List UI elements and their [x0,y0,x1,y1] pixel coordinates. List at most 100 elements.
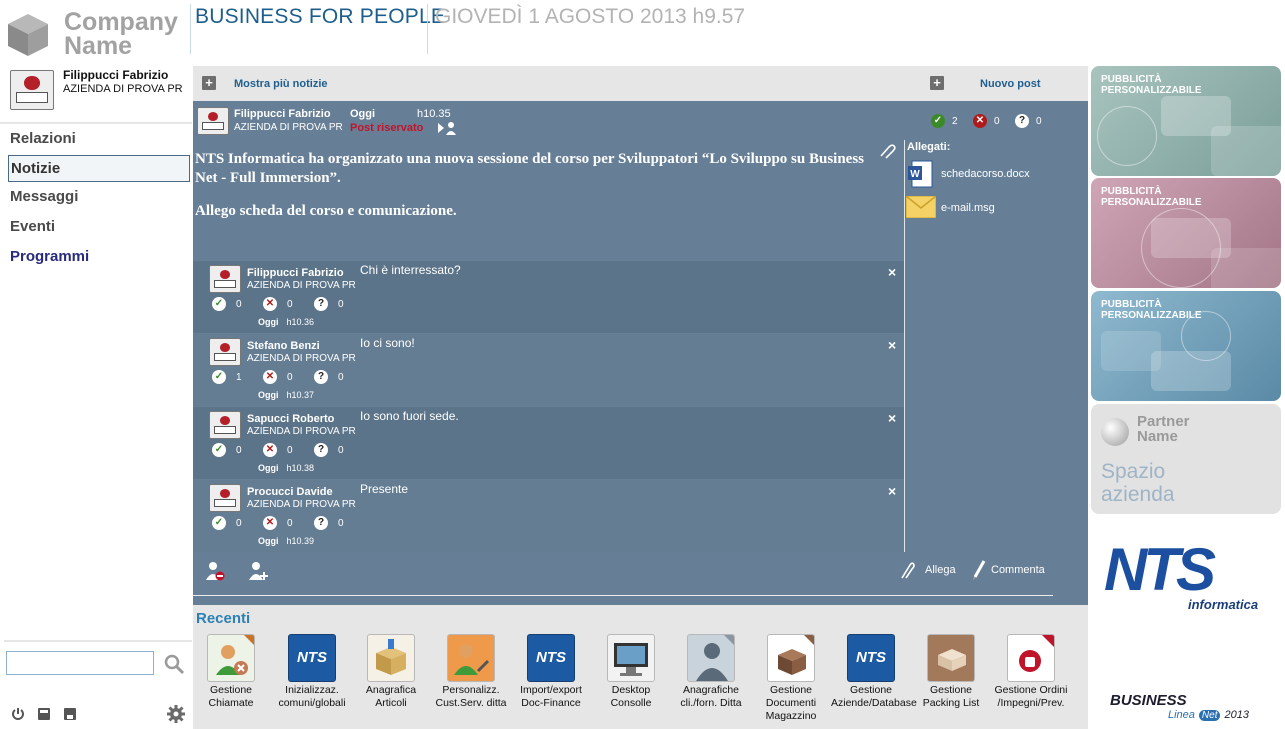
vote-maybe-count: 0 [1036,115,1042,127]
avatar [209,265,241,293]
vote-maybe[interactable]: ? 0 [1015,114,1042,128]
partner-space[interactable]: Partner Name Spazio azienda [1091,404,1281,514]
vote-maybe[interactable]: ? 0 [314,443,344,457]
sidebar-item-messaggi[interactable]: Messaggi [0,182,192,212]
search-input[interactable] [6,651,154,675]
comment-company: AZIENDA DI PROVA PR [247,499,356,510]
recent-app[interactable]: NTS Gestione Aziende/Database [831,634,917,710]
vote-no[interactable]: ✕ 0 [263,443,293,457]
power-icon[interactable] [11,707,25,721]
vote-yes[interactable]: ✓ 0 [212,516,242,530]
nts-informatica-label: informatica [1188,597,1259,612]
sidebar-item-eventi[interactable]: Eventi [0,212,192,242]
company-space-line2: azienda [1101,483,1175,506]
plus-icon[interactable]: + [930,76,944,90]
comment-time: h10.37 [286,390,315,400]
question-icon: ? [314,370,328,384]
avatar [209,411,241,439]
attachment-filename[interactable]: e-mail.msg [941,202,995,214]
vote-no-count: 0 [287,298,293,310]
recipients-icon[interactable] [438,121,458,135]
check-icon: ✓ [212,516,226,530]
partner-name: Partner Name [1137,414,1190,444]
comment-author[interactable]: Filippucci Fabrizio [247,267,344,279]
recent-app[interactable]: Personalizz. Cust.Serv. ditta [431,634,511,710]
vote-maybe[interactable]: ? 0 [314,297,344,311]
search-icon[interactable] [163,653,185,675]
comment-author[interactable]: Sapucci Roberto [247,413,334,425]
ad-banner[interactable]: PUBBLICITÀ PERSONALIZZABILE [1091,291,1281,401]
recent-app[interactable]: Gestione Ordini /Impegni/Prev. [991,634,1071,710]
paperclip-icon[interactable] [898,560,916,580]
comment-item: Procucci Davide AZIENDA DI PROVA PR Pres… [193,480,904,552]
vote-yes[interactable]: ✓ 1 [212,370,242,384]
ad-banner[interactable]: PUBBLICITÀ PERSONALIZZABILE [1091,178,1281,288]
recent-app[interactable]: Anagrafica Articoli [351,634,431,710]
vote-maybe[interactable]: ? 0 [314,370,344,384]
vote-yes-count: 0 [236,517,242,529]
nts-icon: NTS [527,634,575,682]
pencil-icon[interactable] [972,560,986,580]
gear-icon[interactable] [167,705,185,723]
vote-no-count: 0 [287,517,293,529]
user-card[interactable]: Filippucci Fabrizio AZIENDA DI PROVA PR [8,68,190,112]
vote-yes[interactable]: ✓ 2 [931,114,958,128]
vote-maybe-count: 0 [338,444,344,456]
recent-app[interactable]: Desktop Consolle [591,634,671,710]
sidebar-item-relazioni[interactable]: Relazioni [0,124,192,154]
recent-app[interactable]: Gestione Documenti Magazzino [751,634,831,723]
company-space-label: Spazio azienda [1101,460,1175,506]
attachment-filename[interactable]: schedacorso.docx [941,168,1030,180]
check-icon: ✓ [212,443,226,457]
plus-icon[interactable]: + [202,76,216,90]
attachments-divider [904,140,905,552]
vote-no[interactable]: ✕ 0 [263,370,293,384]
close-icon[interactable]: × [888,337,896,353]
linea-net-logo: Linea Net 2013 [1168,709,1249,721]
partner-name-line1: Partner [1137,413,1190,430]
vote-no[interactable]: ✕ 0 [263,297,293,311]
recent-app[interactable]: Anagrafiche cli./forn. Ditta [671,634,751,710]
partner-logo-icon [1101,418,1129,446]
people-icon [207,634,255,682]
close-icon[interactable]: × [888,410,896,426]
monitor-icon [607,634,655,682]
recent-app-label: Desktop Consolle [610,684,652,709]
question-icon: ? [314,443,328,457]
vote-yes[interactable]: ✓ 0 [212,297,242,311]
vote-maybe[interactable]: ? 0 [314,516,344,530]
vote-yes[interactable]: ✓ 0 [212,443,242,457]
recent-app[interactable]: Gestione Packing List [911,634,991,710]
new-post-link[interactable]: Nuovo post [980,78,1041,90]
vote-no[interactable]: ✕ 0 [263,516,293,530]
sidebar-item-notizie[interactable]: Notizie [8,155,190,182]
ad-banner[interactable]: PUBBLICITÀ PERSONALIZZABILE [1091,66,1281,176]
vote-yes-count: 0 [236,298,242,310]
vote-no[interactable]: ✕ 0 [973,114,1000,128]
comment-author[interactable]: Procucci Davide [247,486,333,498]
attach-action[interactable]: Allega [925,564,956,576]
comment-action[interactable]: Commenta [991,564,1045,576]
vote-no-count: 0 [994,115,1000,127]
recent-app[interactable]: NTS Inizializzaz. comuni/globali [272,634,352,710]
envelope-icon[interactable] [905,195,937,219]
box-icon [367,634,415,682]
add-user-icon[interactable] [247,560,269,582]
sidebar-item-programmi[interactable]: Programmi [0,242,192,272]
save-icon[interactable] [63,707,77,721]
word-document-icon[interactable]: W [907,160,935,188]
show-more-news-link[interactable]: Mostra più notizie [234,78,328,90]
comment-author[interactable]: Stefano Benzi [247,340,320,352]
vote-no-count: 0 [287,444,293,456]
close-icon[interactable]: × [888,264,896,280]
post-author[interactable]: Filippucci Fabrizio [234,108,331,120]
check-icon: ✓ [212,370,226,384]
close-icon[interactable]: × [888,483,896,499]
vote-maybe-count: 0 [338,371,344,383]
cross-icon: ✕ [263,516,277,530]
calculator-icon[interactable] [37,707,51,721]
remove-user-icon[interactable] [204,560,226,582]
recent-app[interactable]: NTS Import/export Doc-Finance [511,634,591,710]
recent-app[interactable]: Gestione Chiamate [191,634,271,710]
comment-day: Oggi [258,463,279,473]
